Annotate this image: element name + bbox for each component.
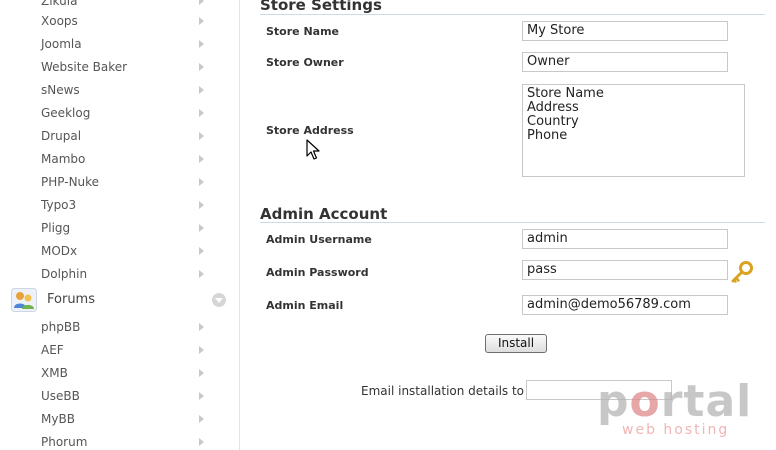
chevron-right-icon [199,0,204,5]
sidebar-item-label: Dolphin [41,267,88,281]
sidebar-item-label: phpBB [41,320,81,334]
sidebar-item-label: sNews [41,83,80,97]
sidebar-item-aef[interactable]: AEF [0,339,239,362]
admin-username-label: Admin Username [266,233,372,246]
logo-wordmark: portal [597,376,753,427]
sidebar-item-typo3[interactable]: Typo3 [0,194,239,217]
sidebar-item-label: Phorum [41,435,88,449]
sidebar-item-label: Pligg [41,221,71,235]
sidebar-item-label: Typo3 [41,198,77,212]
email-details-label: Email installation details to : [361,384,532,398]
chevron-right-icon [199,109,204,117]
admin-password-label: Admin Password [266,266,369,279]
chevron-right-icon [199,132,204,140]
chevron-right-icon [199,201,204,209]
logo-tagline: web hosting [622,422,730,438]
chevron-right-icon [199,63,204,71]
sidebar-item-label: PHP-Nuke [41,175,100,189]
sidebar-item-label: Zikula [41,0,78,8]
sidebar-item-phpbb[interactable]: phpBB [0,316,239,339]
sidebar-item-label: Drupal [41,129,82,143]
sidebar-item-label: AEF [41,343,64,357]
sidebar-item-label: Xoops [41,14,78,28]
sidebar-item-joomla[interactable]: Joomla [0,33,239,56]
sidebar-item-label: Mambo [41,152,86,166]
admin-account-title: Admin Account [260,205,388,223]
chevron-right-icon [199,270,204,278]
store-owner-input[interactable]: Owner [522,52,728,72]
sidebar-item-label: Joomla [41,37,82,51]
sidebar-item-label: UseBB [41,389,80,403]
sidebar-item-label: Geeklog [41,106,91,120]
address-line: Address [527,100,579,115]
sidebar-item-label: XMB [41,366,68,380]
sidebar-item-mybb[interactable]: MyBB [0,408,239,431]
sidebar-item-usebb[interactable]: UseBB [0,385,239,408]
admin-email-input[interactable]: admin@demo56789.com [522,295,728,315]
chevron-right-icon [199,155,204,163]
chevron-right-icon [199,346,204,354]
admin-email-label: Admin Email [266,299,344,312]
sidebar-item-xmb[interactable]: XMB [0,362,239,385]
chevron-right-icon [199,224,204,232]
admin-username-input[interactable]: admin [522,229,728,249]
sidebar-category-forums[interactable]: Forums [0,286,239,314]
store-address-textarea[interactable]: Store Name Address Country Phone [522,84,745,177]
sidebar-item-dolphin[interactable]: Dolphin [0,263,239,286]
address-line: Store Name [527,86,604,101]
chevron-right-icon [199,438,204,446]
chevron-right-icon [199,17,204,25]
sidebar-item-php-nuke[interactable]: PHP-Nuke [0,171,239,194]
store-address-label: Store Address [266,124,354,137]
sidebar-item-geeklog[interactable]: Geeklog [0,102,239,125]
chevron-right-icon [199,392,204,400]
sidebar-item-website-baker[interactable]: Website Baker [0,56,239,79]
chevron-right-icon [199,178,204,186]
chevron-right-icon [199,86,204,94]
portal-web-hosting-logo: portal web hosting [597,380,751,442]
sidebar-item-mambo[interactable]: Mambo [0,148,239,171]
sidebar-item-label: Website Baker [41,60,128,74]
store-settings-title: Store Settings [260,0,382,14]
sidebar-item-phorum[interactable]: Phorum [0,431,239,450]
key-icon[interactable] [730,261,754,283]
address-line: Country [527,114,579,129]
sidebar-item-modx[interactable]: MODx [0,240,239,263]
chevron-right-icon [199,40,204,48]
chevron-right-icon [199,323,204,331]
chevron-down-icon[interactable] [212,293,226,307]
section-divider [260,222,765,223]
store-name-input[interactable]: My Store [522,21,728,41]
sidebar-item-xoops[interactable]: Xoops [0,10,239,33]
admin-password-input[interactable]: pass [522,260,728,280]
store-name-label: Store Name [266,25,340,38]
sidebar: Zikula Xoops Joomla Website Baker sNews … [0,0,240,450]
chevron-right-icon [199,369,204,377]
sidebar-item-pligg[interactable]: Pligg [0,217,239,240]
section-divider [260,14,765,15]
chevron-right-icon [199,415,204,423]
sidebar-item-drupal[interactable]: Drupal [0,125,239,148]
sidebar-item-label: MyBB [41,412,75,426]
install-button[interactable]: Install [485,334,547,353]
store-owner-label: Store Owner [266,56,344,69]
sidebar-item-snews[interactable]: sNews [0,79,239,102]
address-line: Phone [527,128,568,143]
sidebar-item-label: MODx [41,244,78,258]
sidebar-category-label: Forums [47,292,95,307]
chevron-right-icon [199,247,204,255]
forums-users-icon [11,288,37,312]
mouse-cursor-icon [306,139,320,160]
